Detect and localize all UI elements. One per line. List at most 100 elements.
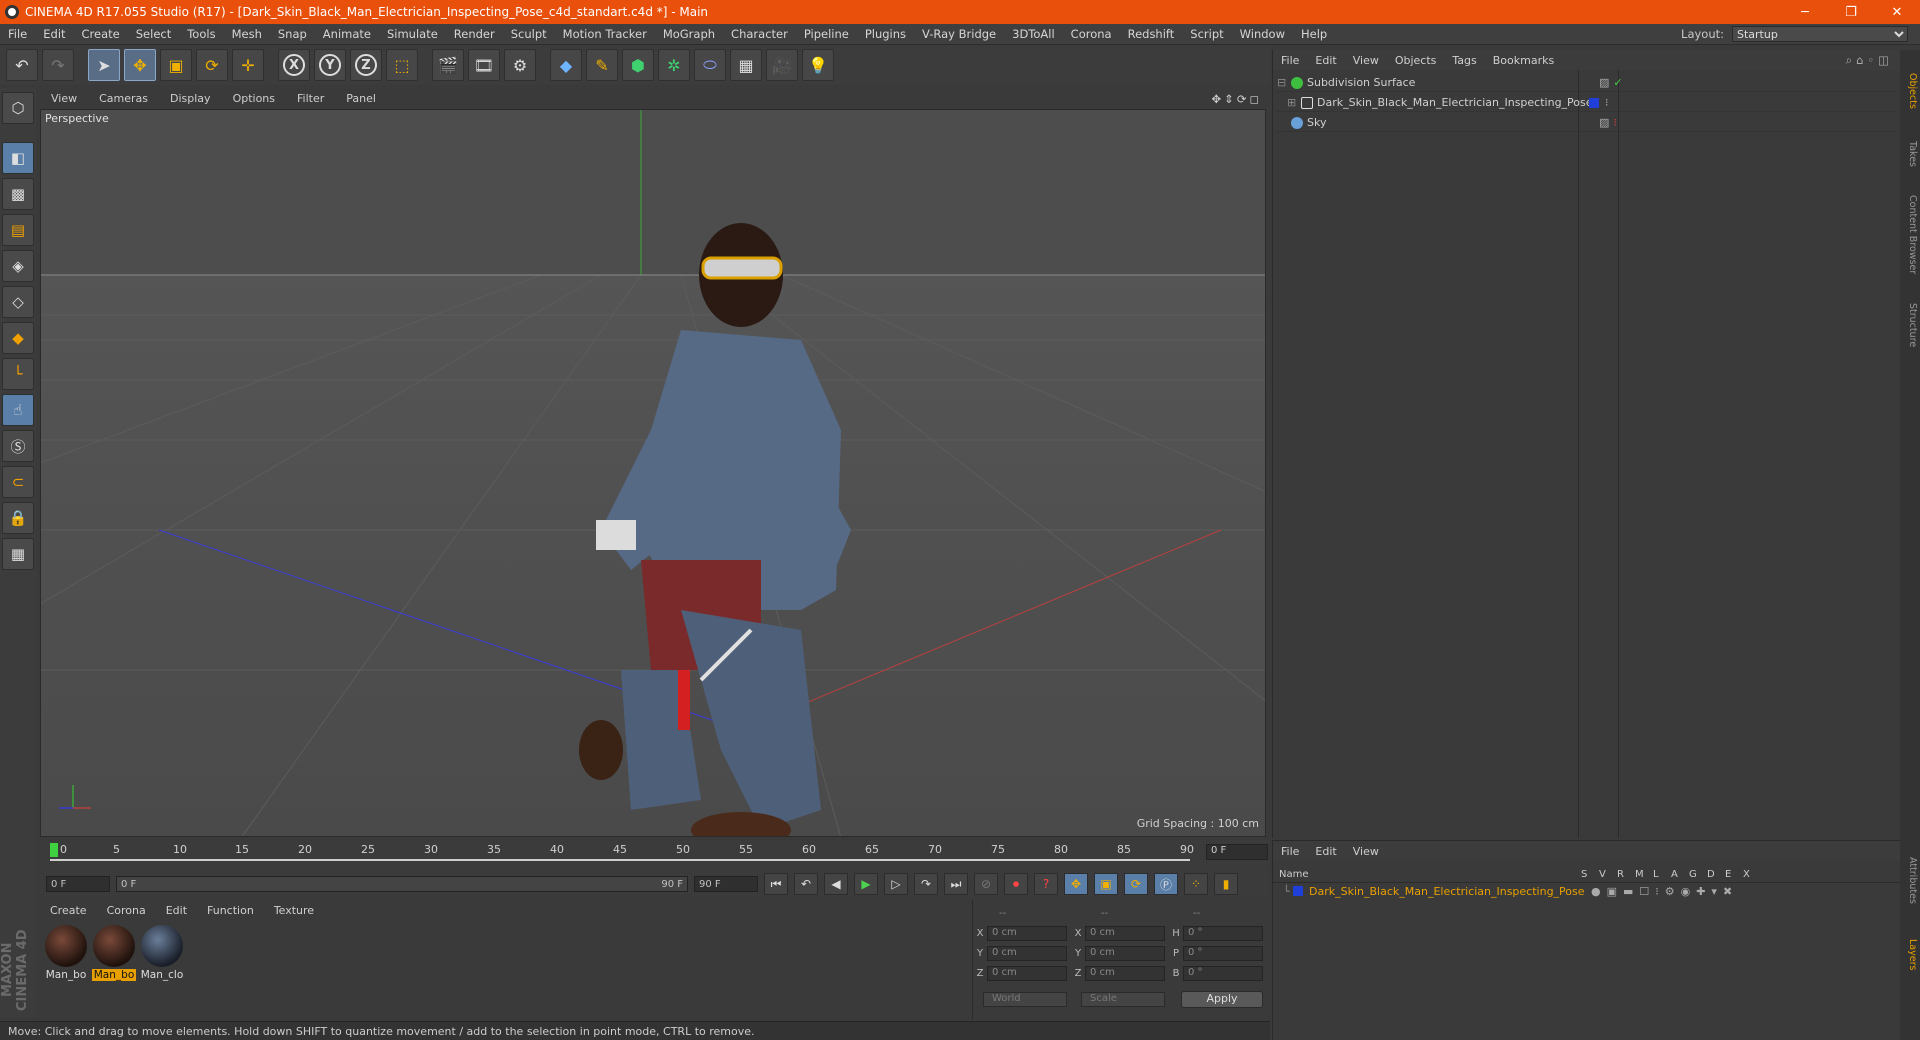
viewport-menu-options[interactable]: Options: [222, 92, 286, 105]
apply-button[interactable]: Apply: [1181, 991, 1263, 1008]
objects-menu-file[interactable]: File: [1273, 54, 1307, 67]
objects-menu-tags[interactable]: Tags: [1444, 54, 1484, 67]
menu-redshift[interactable]: Redshift: [1120, 27, 1183, 41]
world-dropdown[interactable]: World: [983, 992, 1067, 1007]
enabled-check-icon[interactable]: ✓: [1613, 76, 1622, 89]
model-mode-icon[interactable]: ◧: [2, 142, 34, 174]
viewport-menu-filter[interactable]: Filter: [286, 92, 335, 105]
scale-tool-icon[interactable]: ▣: [160, 49, 192, 81]
visibility-toggle-icon[interactable]: ▨: [1599, 76, 1609, 89]
object-manager-toolbar-icons[interactable]: ⌕⌂◦◫: [1846, 53, 1901, 68]
menu-3dtoall[interactable]: 3DToAll: [1004, 27, 1063, 41]
menu-help[interactable]: Help: [1293, 27, 1335, 41]
viewport-menu-view[interactable]: View: [40, 92, 88, 105]
layers-menu-view[interactable]: View: [1345, 845, 1387, 858]
goto-start-icon[interactable]: ⏮: [764, 873, 788, 895]
objects-menu-edit[interactable]: Edit: [1307, 54, 1344, 67]
rotation-b-field[interactable]: 0 °: [1183, 965, 1263, 981]
layers-menu-edit[interactable]: Edit: [1307, 845, 1344, 858]
minimize-button[interactable]: ─: [1782, 5, 1828, 20]
coordinate-system-icon[interactable]: ⬚: [386, 49, 418, 81]
render-settings-icon[interactable]: ⚙: [504, 49, 536, 81]
layer-row[interactable]: └ Dark_Skin_Black_Man_Electrician_Inspec…: [1273, 883, 1901, 899]
material-menu-corona[interactable]: Corona: [97, 904, 156, 917]
material-swatch[interactable]: Man_bo: [44, 925, 88, 1015]
menu-vray-bridge[interactable]: V-Ray Bridge: [914, 27, 1004, 41]
menu-motion-tracker[interactable]: Motion Tracker: [555, 27, 655, 41]
position-x-field[interactable]: 0 cm: [987, 925, 1067, 941]
scale-dropdown[interactable]: Scale: [1081, 992, 1165, 1007]
camera-icon[interactable]: 🎥: [766, 49, 798, 81]
visibility-dots-icon[interactable]: ⁝: [1613, 116, 1617, 129]
axis-mode-icon[interactable]: └: [2, 358, 34, 390]
tab-attributes[interactable]: Attributes: [1902, 840, 1918, 920]
timeline-ruler[interactable]: 0 5 10 15 20 25 30 35 40 45 50 55 60 65 …: [40, 840, 1268, 868]
viewport-navigation-icons[interactable]: ✥⇕⟳◻: [1212, 92, 1268, 106]
layer-toggle-icons[interactable]: ●▣▬☐⁝⚙◉✚▾✖: [1591, 885, 1738, 898]
menu-corona[interactable]: Corona: [1063, 27, 1120, 41]
rotation-p-field[interactable]: 0 °: [1183, 945, 1263, 961]
deformer-icon[interactable]: ⬭: [694, 49, 726, 81]
tab-content-browser[interactable]: Content Browser: [1902, 180, 1918, 290]
key-pla-icon[interactable]: ⁘: [1184, 873, 1208, 895]
layout-select[interactable]: Startup: [1732, 26, 1908, 42]
viewport-menu-cameras[interactable]: Cameras: [88, 92, 159, 105]
end-frame-field[interactable]: 90 F: [694, 876, 758, 892]
viewport-menu-panel[interactable]: Panel: [335, 92, 387, 105]
material-menu-create[interactable]: Create: [40, 904, 97, 917]
polygons-mode-icon[interactable]: ◆: [2, 322, 34, 354]
menu-file[interactable]: File: [0, 27, 35, 41]
tab-structure[interactable]: Structure: [1902, 295, 1918, 355]
timeline-window-icon[interactable]: ▮: [1214, 873, 1238, 895]
render-picture-viewer-icon[interactable]: 🎞: [468, 49, 500, 81]
live-selection-icon[interactable]: ✛: [232, 49, 264, 81]
render-view-icon[interactable]: 🎬: [432, 49, 464, 81]
object-row[interactable]: ⊞ Dark_Skin_Black_Man_Electrician_Inspec…: [1277, 94, 1897, 112]
y-axis-icon[interactable]: Y: [314, 49, 346, 81]
size-x-field[interactable]: 0 cm: [1085, 925, 1165, 941]
tweak-mode-icon[interactable]: ☝: [2, 394, 34, 426]
key-rotation-icon[interactable]: ⟳: [1124, 873, 1148, 895]
menu-pipeline[interactable]: Pipeline: [796, 27, 857, 41]
autokey-icon[interactable]: ?: [1034, 873, 1058, 895]
edges-mode-icon[interactable]: ◇: [2, 286, 34, 318]
next-key-icon[interactable]: ↷: [914, 873, 938, 895]
key-scale-icon[interactable]: ▣: [1094, 873, 1118, 895]
menu-sculpt[interactable]: Sculpt: [503, 27, 555, 41]
points-mode-icon[interactable]: ◈: [2, 250, 34, 282]
viewport-menu-display[interactable]: Display: [159, 92, 222, 105]
prev-key-icon[interactable]: ↶: [794, 873, 818, 895]
visibility-dots-icon[interactable]: ⁝: [1605, 96, 1609, 109]
cube-object-icon[interactable]: ◆: [550, 49, 582, 81]
lock-workplane-icon[interactable]: 🔒: [2, 502, 34, 534]
material-menu-texture[interactable]: Texture: [264, 904, 324, 917]
snap-icon[interactable]: Ⓢ: [2, 430, 34, 462]
object-row[interactable]: ⊟ Subdivision Surface ▨ ✓: [1277, 74, 1897, 92]
light-icon[interactable]: 💡: [802, 49, 834, 81]
menu-plugins[interactable]: Plugins: [857, 27, 914, 41]
undo-icon[interactable]: ↶: [6, 49, 38, 81]
menu-character[interactable]: Character: [723, 27, 796, 41]
z-axis-icon[interactable]: Z: [350, 49, 382, 81]
workplane-icon[interactable]: ▤: [2, 214, 34, 246]
floor-grid-icon[interactable]: ▦: [730, 49, 762, 81]
subdivision-icon[interactable]: ⬢: [622, 49, 654, 81]
move-tool-icon[interactable]: ✥: [124, 49, 156, 81]
goto-end-icon[interactable]: ⏭: [944, 873, 968, 895]
menu-render[interactable]: Render: [446, 27, 503, 41]
size-y-field[interactable]: 0 cm: [1085, 945, 1165, 961]
rotation-h-field[interactable]: 0 °: [1183, 925, 1263, 941]
perspective-viewport[interactable]: Perspective Grid Spacing : 100 cm: [40, 109, 1266, 837]
objects-menu-bookmarks[interactable]: Bookmarks: [1485, 54, 1562, 67]
make-editable-icon[interactable]: ⬡: [2, 92, 34, 124]
current-frame-field[interactable]: 0 F: [1206, 844, 1268, 860]
position-y-field[interactable]: 0 cm: [987, 945, 1067, 961]
menu-animate[interactable]: Animate: [315, 27, 379, 41]
rotate-tool-icon[interactable]: ⟳: [196, 49, 228, 81]
material-menu-edit[interactable]: Edit: [156, 904, 197, 917]
size-z-field[interactable]: 0 cm: [1085, 965, 1165, 981]
key-parameter-icon[interactable]: Ⓟ: [1154, 873, 1178, 895]
objects-menu-view[interactable]: View: [1345, 54, 1387, 67]
spline-pen-icon[interactable]: ✎: [586, 49, 618, 81]
planar-workplane-icon[interactable]: ▦: [2, 538, 34, 570]
